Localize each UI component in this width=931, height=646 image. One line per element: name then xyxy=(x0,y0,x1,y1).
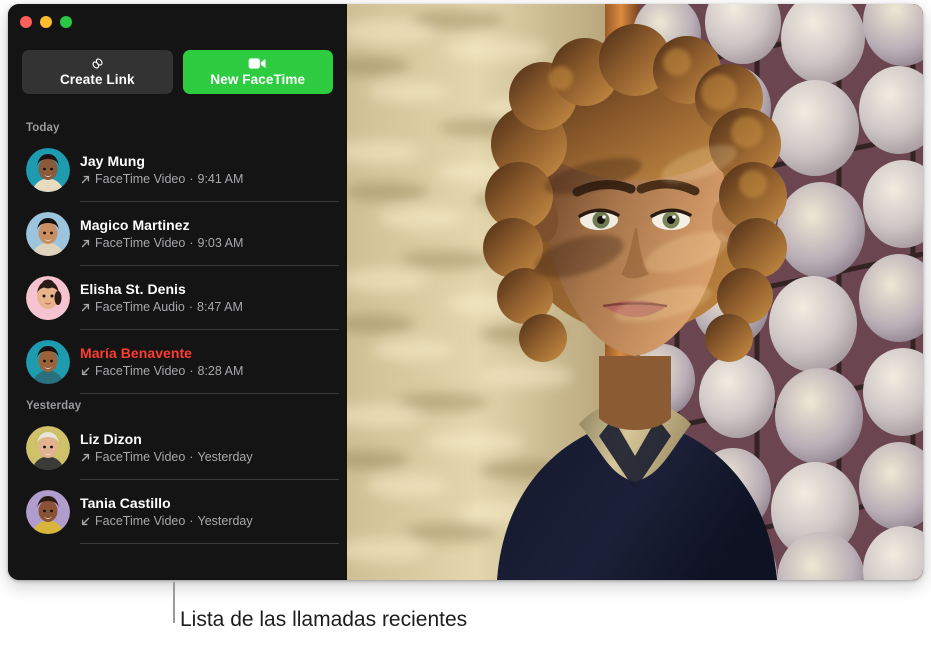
arrow-up-right-icon xyxy=(80,174,91,185)
avatar xyxy=(26,426,70,470)
call-type: FaceTime Video xyxy=(95,364,186,378)
call-row[interactable]: Tania Castillo FaceTime Video · Yesterday xyxy=(8,480,347,544)
call-row[interactable]: Elisha St. Denis FaceTime Audio · 8:47 AM xyxy=(8,266,347,330)
minimize-button[interactable] xyxy=(40,16,52,28)
call-time: 8:28 AM xyxy=(197,364,244,378)
zoom-button[interactable] xyxy=(60,16,72,28)
call-type: FaceTime Video xyxy=(95,450,186,464)
call-row[interactable]: Liz Dizon FaceTime Video · Yesterday xyxy=(8,416,347,480)
call-detail: FaceTime Video · 9:41 AM xyxy=(80,171,243,187)
video-camera-icon xyxy=(248,56,267,71)
call-contact-name: Liz Dizon xyxy=(80,431,142,447)
call-text: María Benavente FaceTime Video · 8:28 AM xyxy=(80,345,243,379)
recent-calls-list[interactable]: Today Jay Mung FaceTime Video · 9:41 AM Mag… xyxy=(8,116,347,580)
arrow-down-left-icon xyxy=(80,366,91,377)
arrow-up-right-icon xyxy=(80,452,91,463)
section-header-0: Today xyxy=(26,122,60,134)
avatar xyxy=(26,212,70,256)
call-separator: · xyxy=(188,300,194,314)
call-contact-name: María Benavente xyxy=(80,345,193,361)
screenshot-root: Create Link New FaceTime Today Jay Mung Fa… xyxy=(0,0,931,646)
call-separator: · xyxy=(189,172,194,186)
call-row[interactable]: Jay Mung FaceTime Video · 9:41 AM xyxy=(8,138,347,202)
call-type: FaceTime Video xyxy=(95,514,186,528)
window-controls xyxy=(20,16,72,28)
recents-sidebar: Create Link New FaceTime Today Jay Mung Fa… xyxy=(8,4,347,580)
call-contact-name: Elisha St. Denis xyxy=(80,281,186,297)
row-divider xyxy=(80,393,339,394)
call-time: 8:47 AM xyxy=(197,300,243,314)
video-preview[interactable] xyxy=(347,4,923,580)
avatar xyxy=(26,148,70,192)
call-type: FaceTime Video xyxy=(95,172,186,186)
facetime-window: Create Link New FaceTime Today Jay Mung Fa… xyxy=(8,4,923,580)
call-separator: · xyxy=(189,236,194,250)
call-row[interactable]: María Benavente FaceTime Video · 8:28 AM xyxy=(8,330,347,394)
call-separator: · xyxy=(189,364,194,378)
call-text: Magico Martinez FaceTime Video · 9:03 AM xyxy=(80,217,243,251)
avatar xyxy=(26,490,70,534)
row-divider xyxy=(80,543,339,544)
call-type: FaceTime Video xyxy=(95,236,186,250)
call-detail: FaceTime Video · 8:28 AM xyxy=(80,363,243,379)
new-facetime-button[interactable]: New FaceTime xyxy=(182,50,333,94)
call-contact-name: Tania Castillo xyxy=(80,495,171,511)
call-type: FaceTime Audio xyxy=(95,300,185,314)
call-separator: · xyxy=(189,514,194,528)
call-text: Liz Dizon FaceTime Video · Yesterday xyxy=(80,431,253,465)
link-icon xyxy=(90,56,105,71)
call-detail: FaceTime Video · 9:03 AM xyxy=(80,235,243,251)
callout-leader-line xyxy=(173,582,175,623)
call-time: Yesterday xyxy=(197,450,253,464)
call-time: Yesterday xyxy=(197,514,253,528)
call-detail: FaceTime Video · Yesterday xyxy=(80,449,253,465)
call-time: 9:03 AM xyxy=(197,236,244,250)
call-text: Tania Castillo FaceTime Video · Yesterday xyxy=(80,495,253,529)
call-row[interactable]: Magico Martinez FaceTime Video · 9:03 AM xyxy=(8,202,347,266)
arrow-down-left-icon xyxy=(80,516,91,527)
close-button[interactable] xyxy=(20,16,32,28)
call-time: 9:41 AM xyxy=(197,172,244,186)
section-header-1: Yesterday xyxy=(26,400,82,412)
call-contact-name: Magico Martinez xyxy=(80,217,190,233)
call-separator: · xyxy=(189,450,194,464)
call-detail: FaceTime Video · Yesterday xyxy=(80,513,253,529)
action-bar: Create Link New FaceTime xyxy=(22,50,333,94)
arrow-up-right-icon xyxy=(80,238,91,249)
create-link-label: Create Link xyxy=(59,72,135,87)
call-text: Jay Mung FaceTime Video · 9:41 AM xyxy=(80,153,243,187)
call-text: Elisha St. Denis FaceTime Audio · 8:47 AM xyxy=(80,281,243,315)
callout-label: Lista de las llamadas recientes xyxy=(180,608,468,631)
arrow-up-right-icon xyxy=(80,302,91,313)
call-detail: FaceTime Audio · 8:47 AM xyxy=(80,299,243,315)
create-link-button[interactable]: Create Link xyxy=(22,50,173,94)
avatar xyxy=(26,276,70,320)
avatar xyxy=(26,340,70,384)
new-facetime-label: New FaceTime xyxy=(210,72,306,87)
call-contact-name: Jay Mung xyxy=(80,153,145,169)
